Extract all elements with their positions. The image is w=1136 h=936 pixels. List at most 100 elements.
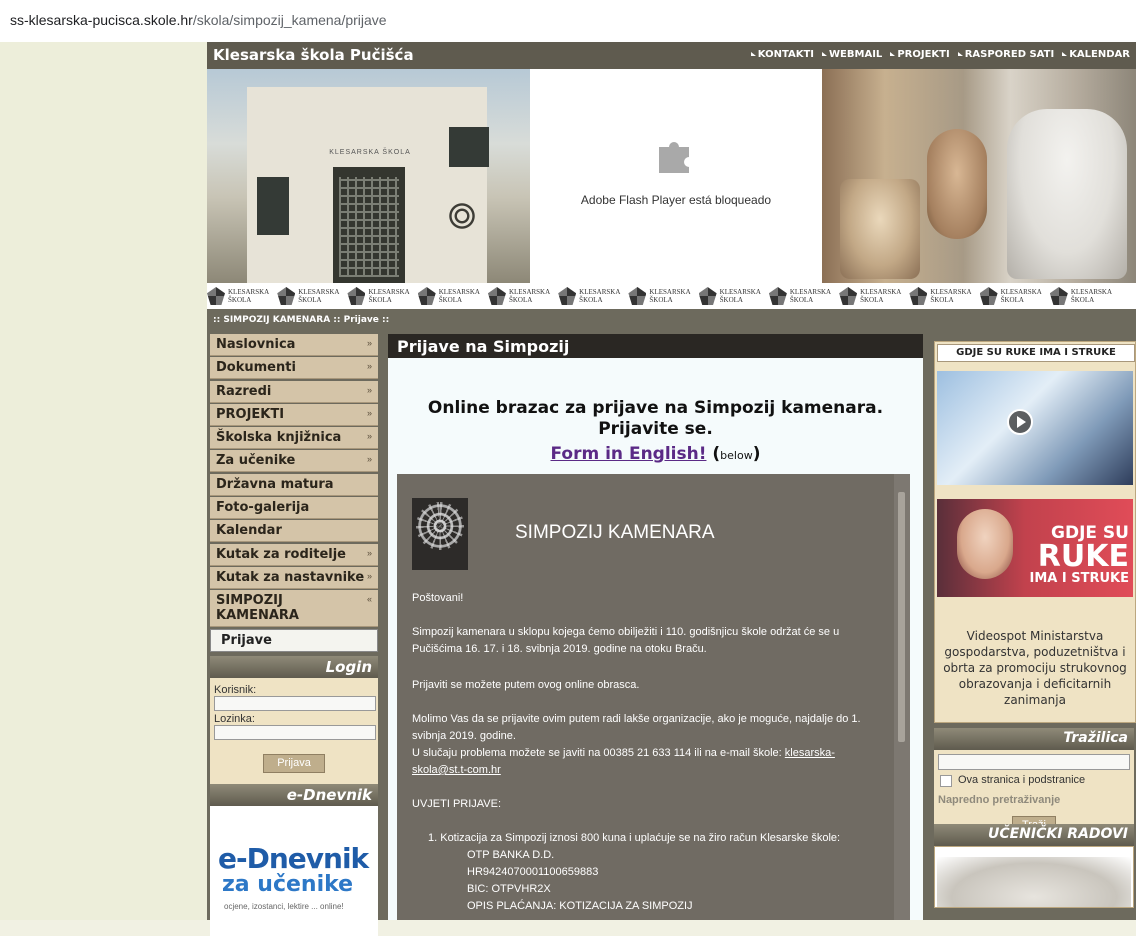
sidebar-item-simpozij-kamenara[interactable]: SIMPOZIJ KAMENARA «: [210, 590, 378, 628]
school-logo-icon: [839, 287, 858, 305]
school-logo: KLESARSKA ŠKOLA: [979, 287, 1042, 305]
student-work-photo[interactable]: [937, 857, 1131, 907]
main-menu: Naslovnica» Dokumenti» Razredi» PROJEKTI…: [210, 334, 378, 653]
main-content: Prijave na Simpozij Online brazac za pri…: [388, 334, 923, 920]
student-works-body: [934, 846, 1134, 908]
nav-kalendar[interactable]: KALENDAR: [1062, 49, 1130, 60]
school-logo-icon: [347, 287, 366, 305]
browser-address-bar[interactable]: ss-klesarska-pucisca.skole.hr/skola/simp…: [0, 0, 1136, 42]
school-logo: KLESARSKA ŠKOLA: [768, 287, 831, 305]
sidebar-item-foto-galerija[interactable]: Foto-galerija: [210, 497, 378, 520]
nav-webmail[interactable]: WEBMAIL: [822, 49, 882, 60]
form-paragraph: Molimo Vas da se prijavite ovim putem ra…: [412, 713, 861, 742]
form-paragraph: Prijaviti se možete putem ovog online ob…: [412, 679, 640, 691]
url-text[interactable]: ss-klesarska-pucisca.skole.hr/skola/simp…: [10, 12, 387, 28]
breadcrumb-text[interactable]: :: SIMPOZIJ KAMENARA :: Prijave ::: [213, 315, 389, 325]
bank-name: OTP BANKA D.D.: [467, 849, 555, 861]
page-background-left: [0, 42, 207, 920]
form-greeting: Poštovani!: [412, 592, 464, 604]
sidebar-item-dokumenti[interactable]: Dokumenti»: [210, 357, 378, 380]
sidebar-item-projekti[interactable]: PROJEKTI»: [210, 403, 378, 426]
sidebar-item-skolska-knjiznica[interactable]: Školska knjižnica»: [210, 427, 378, 450]
stone-lion: [1007, 109, 1127, 279]
login-button[interactable]: Prijava: [263, 754, 325, 773]
video-thumbnail-2[interactable]: GDJE SU RUKE IMA I STRUKE: [937, 499, 1133, 597]
window: [449, 127, 489, 167]
building-sign: KLESARSKA ŠKOLA: [329, 149, 411, 156]
school-logo: KLESARSKA ŠKOLA: [417, 287, 480, 305]
flash-placeholder[interactable]: Adobe Flash Player está bloqueado: [530, 69, 822, 283]
advanced-search-link[interactable]: Napredno pretraživanje: [938, 794, 1060, 806]
english-form-link[interactable]: Form in English!: [550, 444, 706, 464]
video-caption: Videospot Ministarstva gospodarstva, pod…: [943, 629, 1127, 707]
person-photo: [957, 509, 1013, 579]
school-logo: KLESARSKA ŠKOLA: [487, 287, 550, 305]
rose-window-logo: [412, 498, 468, 570]
right-sidebar: GDJE SU RUKE IMA I STRUKE GDJE SU RUKE I…: [927, 334, 1136, 920]
school-logo: KLESARSKA ŠKOLA: [347, 287, 410, 305]
school-logo-icon: [277, 287, 296, 305]
top-nav: KONTAKTI WEBMAIL PROJEKTI RASPORED SATI …: [750, 49, 1130, 60]
school-logo: KLESARSKA ŠKOLA: [277, 287, 339, 305]
username-label: Korisnik:: [214, 684, 257, 696]
form-paragraph: Simpozij kamenara u sklopu kojega ćemo o…: [412, 626, 840, 655]
student-works-title: UČENIČKI RADOVI: [987, 826, 1128, 842]
bank-bic: BIC: OTPVHR2X: [467, 883, 551, 895]
search-input[interactable]: [938, 754, 1130, 770]
school-logo-icon: [628, 287, 647, 305]
english-link-line: Form in English! (below): [550, 444, 761, 464]
video-thumbnail[interactable]: [937, 371, 1133, 485]
chevron-right-icon: »: [366, 431, 372, 442]
bank-iban: HR9424070001100659883: [467, 866, 599, 878]
logo-strip: KLESARSKA ŠKOLA KLESARSKA ŠKOLA KLESARSKA Š…: [207, 283, 1136, 309]
username-input[interactable]: [214, 696, 376, 711]
school-logo: KLESARSKA ŠKOLA: [839, 287, 901, 305]
sidebar-item-drzavna-matura[interactable]: Državna matura: [210, 473, 378, 496]
nav-projekti[interactable]: PROJEKTI: [890, 49, 950, 60]
nav-kontakti[interactable]: KONTAKTI: [750, 49, 814, 60]
window: [257, 177, 289, 235]
scrollbar-thumb[interactable]: [898, 492, 905, 742]
left-sidebar: Naslovnica» Dokumenti» Razredi» PROJEKTI…: [207, 334, 383, 936]
site-name[interactable]: Klesarska škola Pučišća: [213, 46, 414, 64]
school-logo: KLESARSKA ŠKOLA: [558, 287, 620, 305]
school-logo: KLESARSKA ŠKOLA: [628, 287, 691, 305]
payment-description: OPIS PLAĆANJA: KOTIZACIJA ZA SIMPOZIJ: [467, 900, 693, 912]
embedded-form[interactable]: SIMPOZIJ KAMENARA Poštovani! Simpozij ka…: [397, 474, 910, 920]
building-facade: KLESARSKA ŠKOLA: [247, 87, 489, 283]
sidebar-item-naslovnica[interactable]: Naslovnica»: [210, 334, 378, 356]
ednevnik-title: e-Dnevnik: [286, 786, 372, 804]
site-header: Klesarska škola Pučišća KONTAKTI WEBMAIL…: [207, 42, 1136, 69]
header-banner: KLESARSKA ŠKOLA Adobe Flash Player está …: [207, 69, 1136, 283]
ednevnik-body: e-Dnevnik za učenike ocjene, izostanci, …: [210, 806, 378, 936]
form-scrollbar[interactable]: [894, 474, 910, 920]
rose-window: [445, 199, 479, 233]
sidebar-item-razredi[interactable]: Razredi»: [210, 380, 378, 403]
password-input[interactable]: [214, 725, 376, 740]
flash-blocked-message: Adobe Flash Player está bloqueado: [580, 193, 772, 207]
school-logo-icon: [417, 287, 436, 305]
url-host: ss-klesarska-pucisca.skole.hr: [10, 12, 193, 28]
sidebar-item-kalendar[interactable]: Kalendar: [210, 520, 378, 543]
form-heading: Online brazac za prijave na Simpozij kam…: [427, 398, 884, 439]
sidebar-item-kutak-za-roditelje[interactable]: Kutak za roditelje»: [210, 543, 378, 566]
sidebar-item-kutak-za-nastavnike[interactable]: Kutak za nastavnike»: [210, 566, 378, 589]
sidebar-item-za-ucenike[interactable]: Za učenike»: [210, 450, 378, 473]
chevron-right-icon: »: [366, 454, 372, 465]
site-container: Klesarska škola Pučišća KONTAKTI WEBMAIL…: [207, 42, 1136, 936]
sidebar-item-prijave[interactable]: Prijave: [210, 628, 378, 652]
form-fee-text: 1. Kotizacija za Simpozij iznosi 800 kun…: [428, 832, 841, 844]
play-icon[interactable]: [1007, 409, 1033, 435]
ednevnik-logo[interactable]: e-Dnevnik za učenike ocjene, izostanci, …: [214, 842, 374, 922]
search-header: Tražilica: [934, 728, 1134, 750]
subpages-checkbox[interactable]: [940, 775, 952, 787]
stone-capital: [840, 179, 920, 279]
page-title: Prijave na Simpozij: [397, 337, 570, 356]
form-contact: U slučaju problema možete se javiti na 0…: [412, 747, 835, 776]
school-logo-icon: [909, 287, 928, 305]
form-title: SIMPOZIJ KAMENARA: [515, 522, 715, 543]
school-logo-icon: [979, 287, 998, 305]
subpages-checkbox-label: Ova stranica i podstranice: [958, 774, 1086, 786]
ednevnik-box: e-Dnevnik e-Dnevnik za učenike ocjene, i…: [210, 784, 378, 936]
nav-raspored-sati[interactable]: RASPORED SATI: [957, 49, 1054, 60]
